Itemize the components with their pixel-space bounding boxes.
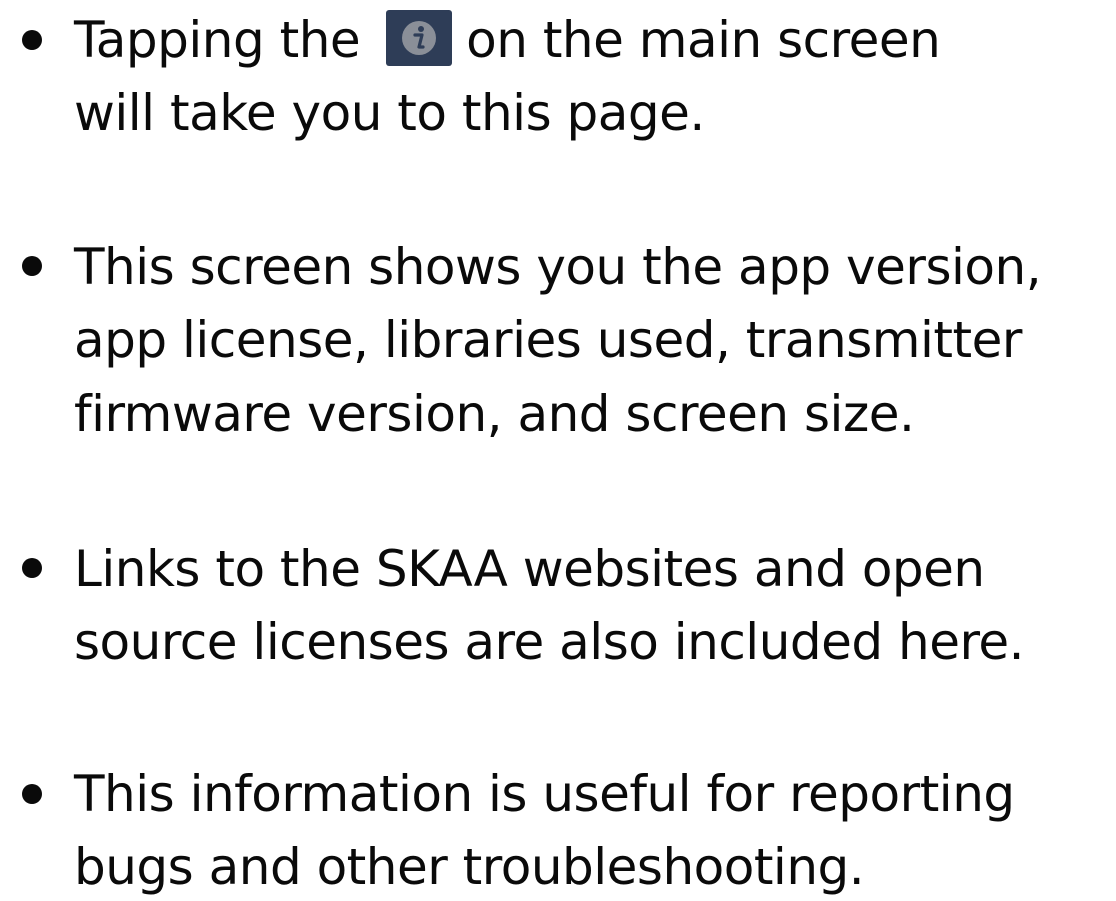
- bullet-dot: [22, 784, 42, 804]
- bullet-text-segment: on the main screen: [466, 11, 941, 69]
- bullet-text-line: source licenses are also included here.: [74, 613, 1025, 671]
- bullet-text-line: will take you to this page.: [74, 84, 705, 142]
- info-icon: [386, 9, 453, 66]
- bullet-text-segment: Tapping the: [74, 11, 361, 69]
- bullet-dot: [22, 256, 42, 276]
- bullet-text-line: bugs and other troubleshooting.: [74, 838, 865, 896]
- bullet-list: Tapping the on the main screen will take …: [0, 0, 1116, 901]
- bullet-text-line: This screen shows you the app version,: [74, 238, 1042, 296]
- bullet-text-line: firmware version, and screen size.: [74, 385, 915, 443]
- bullet-text-line: app license, libraries used, transmitter: [74, 311, 1022, 369]
- bullet-text-line: Tapping the on the main screen: [74, 9, 941, 71]
- bullet-text-line: This information is useful for reporting: [74, 765, 1015, 823]
- bullet-text-line: Links to the SKAA websites and open: [74, 540, 985, 598]
- bullet-dot: [22, 558, 42, 578]
- bullet-dot: [22, 30, 42, 50]
